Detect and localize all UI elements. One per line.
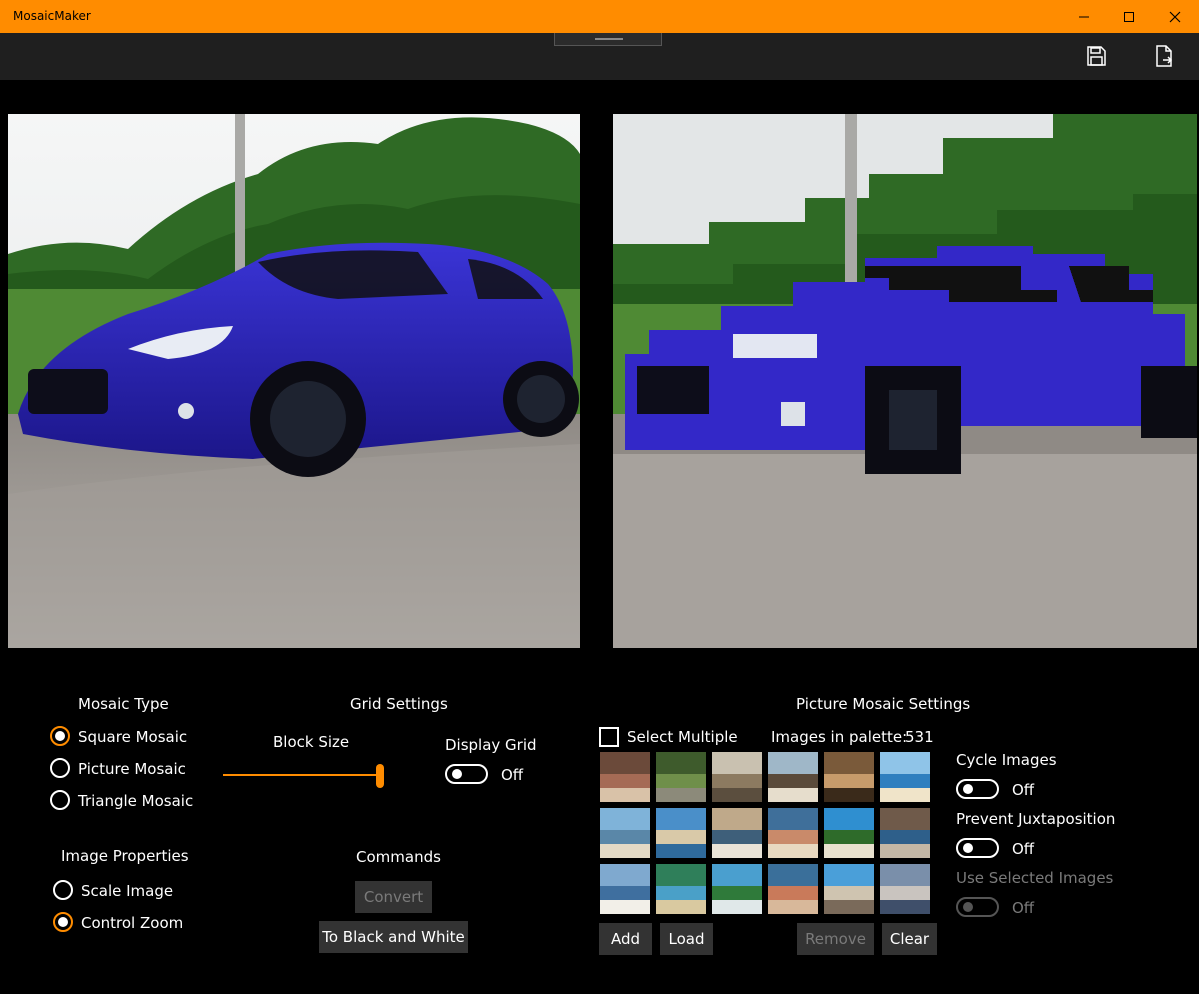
palette-thumbnail-surf-coast[interactable]	[600, 864, 650, 914]
palette-thumbnail-beach-umbrella[interactable]	[880, 752, 930, 802]
palette-thumbnail-green-island[interactable]	[712, 864, 762, 914]
palette-thumbnail-crafts[interactable]	[824, 752, 874, 802]
palette-thumbnail-crowd[interactable]	[600, 752, 650, 802]
palette-thumbnail-beach-stones[interactable]	[712, 808, 762, 858]
palette-thumbnail-tree-bunker[interactable]	[656, 752, 706, 802]
mosaic-type-heading: Mosaic Type	[78, 695, 169, 713]
save-button[interactable]	[1084, 44, 1108, 68]
square-mosaic-label[interactable]: Square Mosaic	[78, 728, 187, 746]
palette-thumbnail-city-beach[interactable]	[824, 864, 874, 914]
palette-thumbnail-resort-beach[interactable]	[656, 808, 706, 858]
palette-thumbnail-harbor-town[interactable]	[768, 808, 818, 858]
select-multiple-label[interactable]: Select Multiple	[627, 728, 738, 746]
save-icon	[1087, 46, 1106, 66]
cycle-images-toggle[interactable]	[956, 779, 999, 799]
display-grid-state: Off	[501, 766, 524, 784]
toggle-knob	[963, 902, 973, 912]
picture-mosaic-label[interactable]: Picture Mosaic	[78, 760, 186, 778]
palette-thumbnail-skyline-coast[interactable]	[880, 864, 930, 914]
picture-mosaic-heading: Picture Mosaic Settings	[796, 695, 971, 713]
control-zoom-radio[interactable]	[53, 912, 73, 932]
palette-count-label: Images in palette:	[771, 728, 908, 746]
palette-thumbnail-tropical-bay[interactable]	[656, 864, 706, 914]
load-button[interactable]: Load	[660, 923, 713, 955]
prevent-juxtaposition-label: Prevent Juxtaposition	[956, 810, 1116, 828]
palette-thumbnail-busy-beach[interactable]	[768, 864, 818, 914]
use-selected-label: Use Selected Images	[956, 869, 1114, 887]
palette-thumbnail-coast-cliffs[interactable]	[600, 808, 650, 858]
toggle-knob	[963, 843, 973, 853]
triangle-mosaic-label[interactable]: Triangle Mosaic	[78, 792, 193, 810]
palette-count-value: 531	[905, 728, 934, 746]
block-size-slider-track[interactable]	[223, 774, 383, 776]
export-icon	[1156, 45, 1173, 67]
display-grid-label: Display Grid	[445, 736, 537, 754]
clear-button[interactable]: Clear	[882, 923, 937, 955]
close-button[interactable]	[1152, 0, 1198, 33]
prevent-juxtaposition-state: Off	[1012, 840, 1035, 858]
prevent-juxtaposition-toggle[interactable]	[956, 838, 999, 858]
palette-thumbnail-boat-shore[interactable]	[768, 752, 818, 802]
app-title: MosaicMaker	[13, 9, 91, 23]
pane-handle[interactable]	[554, 33, 662, 46]
cycle-images-state: Off	[1012, 781, 1035, 799]
palette-thumbnail-palm-tree[interactable]	[824, 808, 874, 858]
scale-image-radio[interactable]	[53, 880, 73, 900]
black-white-button[interactable]: To Black and White	[319, 921, 468, 953]
use-selected-toggle[interactable]	[956, 897, 999, 917]
use-selected-state: Off	[1012, 899, 1035, 917]
add-button[interactable]: Add	[599, 923, 652, 955]
toggle-knob	[963, 784, 973, 794]
commands-heading: Commands	[356, 848, 441, 866]
square-mosaic-radio[interactable]	[50, 726, 70, 746]
maximize-button[interactable]	[1106, 0, 1152, 33]
grip-icon	[595, 38, 623, 40]
palette-thumbnail-beach-rocks[interactable]	[712, 752, 762, 802]
block-size-label: Block Size	[273, 733, 350, 751]
remove-button[interactable]: Remove	[797, 923, 874, 955]
block-size-slider-thumb[interactable]	[376, 764, 384, 788]
select-multiple-checkbox[interactable]	[599, 727, 619, 747]
original-image[interactable]	[8, 114, 580, 648]
picture-mosaic-radio[interactable]	[50, 758, 70, 778]
scale-image-label[interactable]: Scale Image	[81, 882, 173, 900]
title-bar: MosaicMaker	[0, 0, 1199, 33]
toggle-knob	[452, 769, 462, 779]
minimize-icon	[1079, 16, 1089, 17]
grid-settings-heading: Grid Settings	[350, 695, 448, 713]
control-zoom-label[interactable]: Control Zoom	[81, 914, 183, 932]
close-icon	[1169, 11, 1181, 22]
maximize-icon	[1124, 11, 1134, 22]
display-grid-toggle[interactable]	[445, 764, 488, 784]
palette-thumbnail-rock-sea[interactable]	[880, 808, 930, 858]
convert-button[interactable]: Convert	[355, 881, 432, 913]
cycle-images-label: Cycle Images	[956, 751, 1057, 769]
triangle-mosaic-radio[interactable]	[50, 790, 70, 810]
export-button[interactable]	[1152, 44, 1176, 68]
image-properties-heading: Image Properties	[61, 847, 189, 865]
mosaic-image[interactable]	[613, 114, 1197, 648]
minimize-button[interactable]	[1061, 0, 1107, 33]
